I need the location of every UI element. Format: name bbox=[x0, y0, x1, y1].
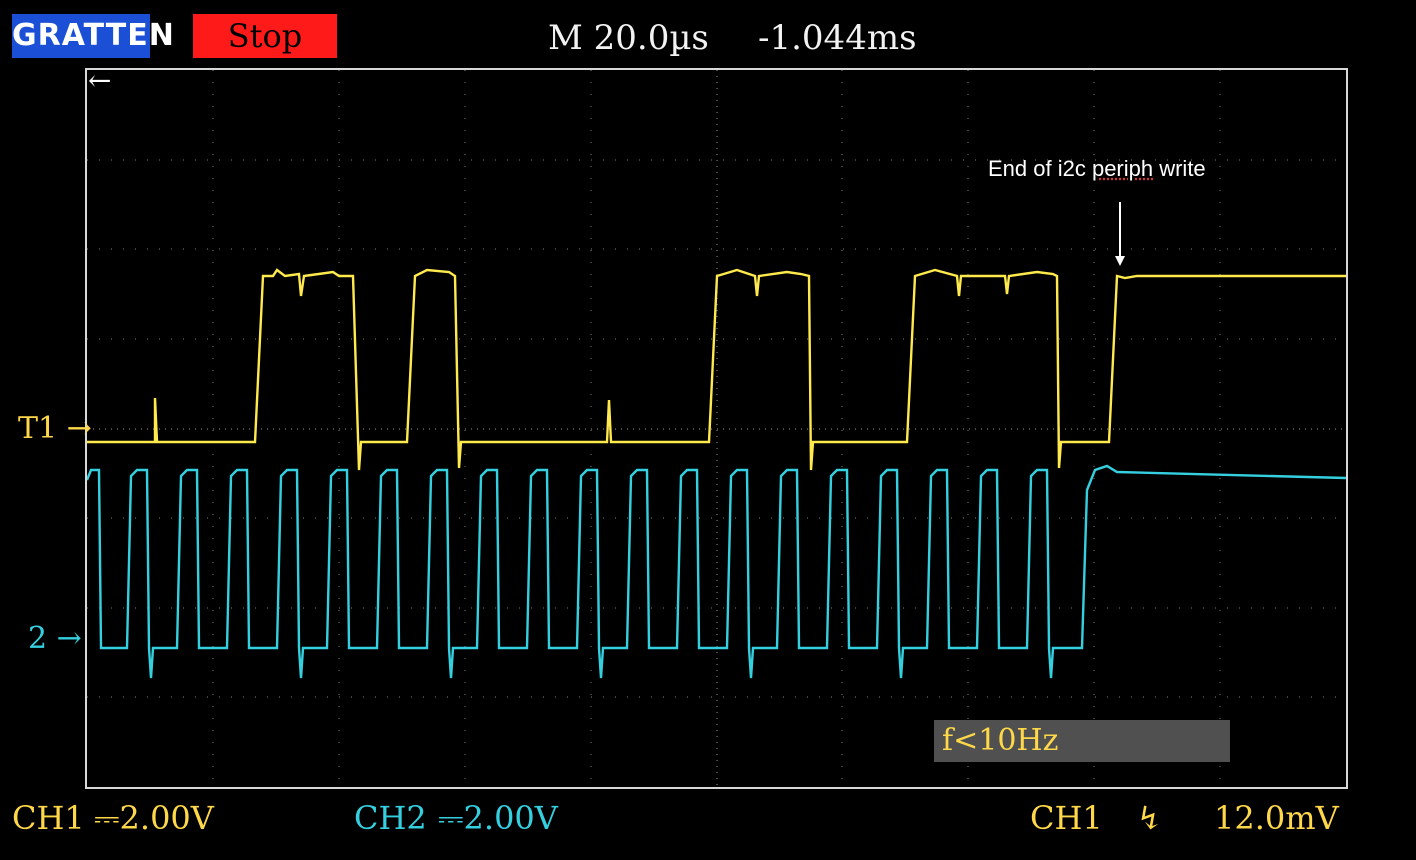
brand-logo: GRATTEN bbox=[12, 14, 174, 58]
ch1-scale: ⎓2.00V bbox=[94, 799, 214, 837]
trigger-source: CH1 bbox=[1030, 799, 1103, 837]
annotation-arrow bbox=[1115, 202, 1125, 266]
falling-edge-icon: ↯ bbox=[1136, 799, 1163, 837]
trigger-position-arrow-icon: ← bbox=[88, 64, 112, 97]
ch1-ground-marker: T1 → bbox=[18, 411, 92, 446]
timebase-readout: M 20.0µs bbox=[548, 18, 709, 58]
ch1-label: CH1 bbox=[12, 799, 85, 837]
ch2-scale: ⎓2.00V bbox=[438, 799, 558, 837]
trigger-level: 12.0mV bbox=[1214, 799, 1339, 837]
annotation-label: End of i2c periph write bbox=[988, 156, 1206, 181]
ch2-label: CH2 bbox=[354, 799, 427, 837]
frequency-readout: f<10Hz bbox=[934, 720, 1230, 762]
ch2-ground-marker: 2 → bbox=[28, 621, 82, 656]
position-readout: -1.044ms bbox=[758, 18, 917, 58]
run-state-button[interactable]: Stop bbox=[193, 14, 337, 58]
